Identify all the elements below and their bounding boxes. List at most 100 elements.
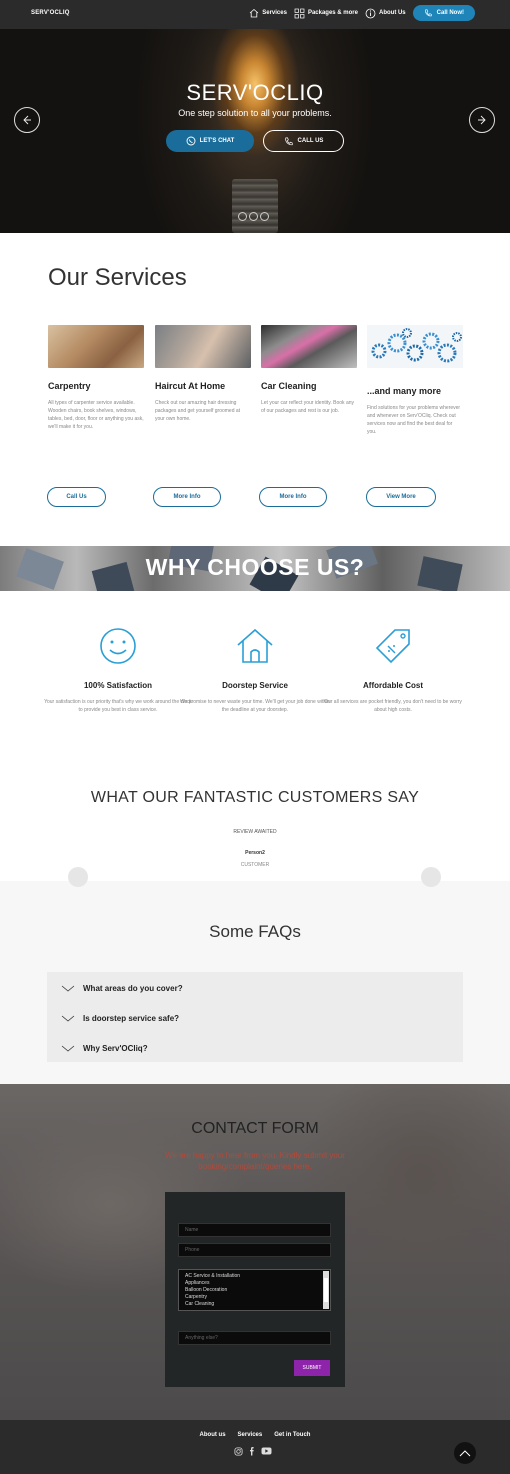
carousel-dot[interactable]	[249, 212, 258, 221]
anything-else-field[interactable]: Anything else?	[178, 1331, 331, 1345]
faq-accordion: What areas do you cover? Is doorstep ser…	[47, 972, 463, 1062]
contact-subtitle: We are happy to hear from you. Kindly su…	[165, 1151, 345, 1171]
faq-item[interactable]: What areas do you cover?	[61, 984, 183, 993]
lets-chat-button[interactable]: LET'S CHAT	[166, 130, 254, 152]
social-links	[234, 1446, 278, 1456]
call-now-label: Call Now!	[436, 10, 464, 16]
footer-links: About us Services Get in Touch	[0, 1432, 510, 1438]
facebook-icon[interactable]	[249, 1446, 255, 1456]
arrow-right-icon	[478, 115, 486, 125]
card-description: Find solutions for your problems whereve…	[367, 405, 461, 435]
service-option[interactable]: Car Cleaning	[185, 1301, 318, 1308]
feature-description: Our all services are pocket friendly, yo…	[324, 699, 462, 713]
service-card-carpentry: Carpentry All types of carpenter service…	[48, 325, 144, 431]
nav-links: Services Packages & more About Us Call N…	[249, 5, 475, 21]
testimonial-prev-button[interactable]	[68, 867, 88, 887]
service-card-haircut: Haircut At Home Check out our amazing ha…	[155, 325, 251, 423]
feature-doorstep: Doorstep Service We promise to never was…	[180, 626, 330, 714]
faq-heading: Some FAQs	[209, 922, 301, 941]
feature-affordable: Affordable Cost Our all services are poc…	[318, 626, 468, 714]
grid-icon	[294, 8, 305, 18]
name-field[interactable]: Name	[178, 1223, 331, 1237]
price-tag-icon	[375, 629, 410, 664]
feature-title: Affordable Cost	[363, 681, 423, 690]
nav-link-label: Services	[262, 10, 287, 16]
scroll-thumb[interactable]	[324, 1278, 328, 1302]
feature-title: 100% Satisfaction	[83, 681, 153, 690]
carousel-dot[interactable]	[238, 212, 247, 221]
card-title: Carpentry	[48, 381, 91, 391]
chevron-up-icon	[459, 1449, 471, 1456]
faq-question: Why Serv'OCliq?	[83, 1044, 148, 1053]
instagram-icon[interactable]	[234, 1446, 243, 1456]
hero-carousel	[0, 29, 510, 233]
testimonial-next-button[interactable]	[421, 867, 441, 887]
faq-question: Is doorstep service safe?	[83, 1014, 180, 1023]
faq-item[interactable]: Is doorstep service safe?	[61, 1014, 179, 1023]
feature-description: We promise to never waste your time. We'…	[180, 699, 331, 713]
haircut-more-info-button[interactable]: More Info	[153, 487, 221, 507]
lets-chat-label: LET'S CHAT	[199, 138, 235, 144]
testimonials-heading: WHAT OUR FANTASTIC CUSTOMERS SAY	[90, 789, 420, 806]
car-cleaning-image	[261, 325, 357, 368]
card-description: All types of carpenter service available…	[48, 400, 144, 430]
carousel-dot[interactable]	[260, 212, 269, 221]
service-card-car-cleaning: Car Cleaning Let your car reflect your i…	[261, 325, 357, 415]
house-icon	[237, 628, 273, 663]
hero-subtitle: One step solution to all your problems.	[178, 108, 332, 118]
card-description: Check out our amazing hair dressing pack…	[155, 400, 241, 422]
call-us-button[interactable]: Call Us	[47, 487, 106, 507]
service-select[interactable]: AC Service & Installation Appliances Bal…	[178, 1269, 331, 1311]
footer-link-contact[interactable]: Get in Touch	[274, 1432, 310, 1438]
nav-link-label: Packages & more	[307, 10, 358, 16]
footer-link-services[interactable]: Services	[238, 1432, 263, 1438]
haircut-image	[155, 325, 251, 368]
nav-link-packages[interactable]: Packages & more	[294, 8, 358, 19]
call-us-hero-button[interactable]: CALL US	[263, 130, 344, 152]
youtube-icon[interactable]	[261, 1447, 272, 1455]
faq-item[interactable]: Why Serv'OCliq?	[61, 1044, 148, 1053]
nav-link-services[interactable]: Services	[249, 8, 287, 18]
card-title: Haircut At Home	[155, 381, 226, 391]
card-title: Car Cleaning	[261, 381, 317, 391]
gears-image	[367, 325, 463, 368]
service-option[interactable]: Carpentry	[185, 1294, 318, 1301]
view-more-button[interactable]: View More	[366, 487, 436, 507]
footer: About us Services Get in Touch	[0, 1420, 510, 1474]
carpentry-image	[48, 325, 144, 368]
service-option[interactable]: Balloon Decoration	[185, 1287, 318, 1294]
faq-question: What areas do you cover?	[83, 984, 183, 993]
call-now-button[interactable]: Call Now!	[412, 5, 475, 21]
info-icon	[365, 8, 376, 18]
chevron-down-icon	[61, 1045, 75, 1052]
phone-icon	[424, 9, 432, 17]
why-choose-heading: WHY CHOOSE US?	[145, 554, 365, 580]
card-description: Let your car reflect your identity. Book…	[261, 400, 355, 414]
footer-link-about[interactable]: About us	[200, 1432, 226, 1438]
carousel-prev-button[interactable]	[14, 107, 40, 133]
arrow-left-icon	[23, 115, 31, 125]
carousel-indicators	[238, 212, 271, 221]
hero-title: SERV'OCLIQ	[186, 80, 324, 105]
call-us-label: CALL US	[297, 138, 324, 144]
service-option[interactable]: Appliances	[185, 1280, 318, 1287]
scroll-to-top-button[interactable]	[454, 1442, 476, 1464]
carousel-next-button[interactable]	[469, 107, 495, 133]
service-option[interactable]: AC Service & Installation	[185, 1273, 318, 1280]
feature-description: Your satisfaction is our priority that's…	[44, 699, 192, 713]
brand-logo[interactable]: SERV'OCLIQ	[31, 10, 70, 16]
home-icon	[249, 8, 259, 18]
contact-form: Name Phone AC Service & Installation App…	[165, 1192, 345, 1387]
whatsapp-icon	[186, 136, 196, 146]
chevron-down-icon	[61, 1015, 75, 1022]
services-heading: Our Services	[48, 264, 187, 291]
car-cleaning-more-info-button[interactable]: More Info	[259, 487, 327, 507]
submit-button[interactable]: SUBMIT	[294, 1360, 330, 1376]
contact-heading: CONTACT FORM	[191, 1120, 319, 1137]
nav-link-label: About Us	[378, 10, 406, 16]
bulb-image	[232, 179, 278, 233]
phone-field[interactable]: Phone	[178, 1243, 331, 1257]
feature-title: Doorstep Service	[222, 681, 288, 690]
review-text: REVIEW AWAITED	[233, 829, 277, 835]
nav-link-about[interactable]: About Us	[365, 8, 406, 19]
